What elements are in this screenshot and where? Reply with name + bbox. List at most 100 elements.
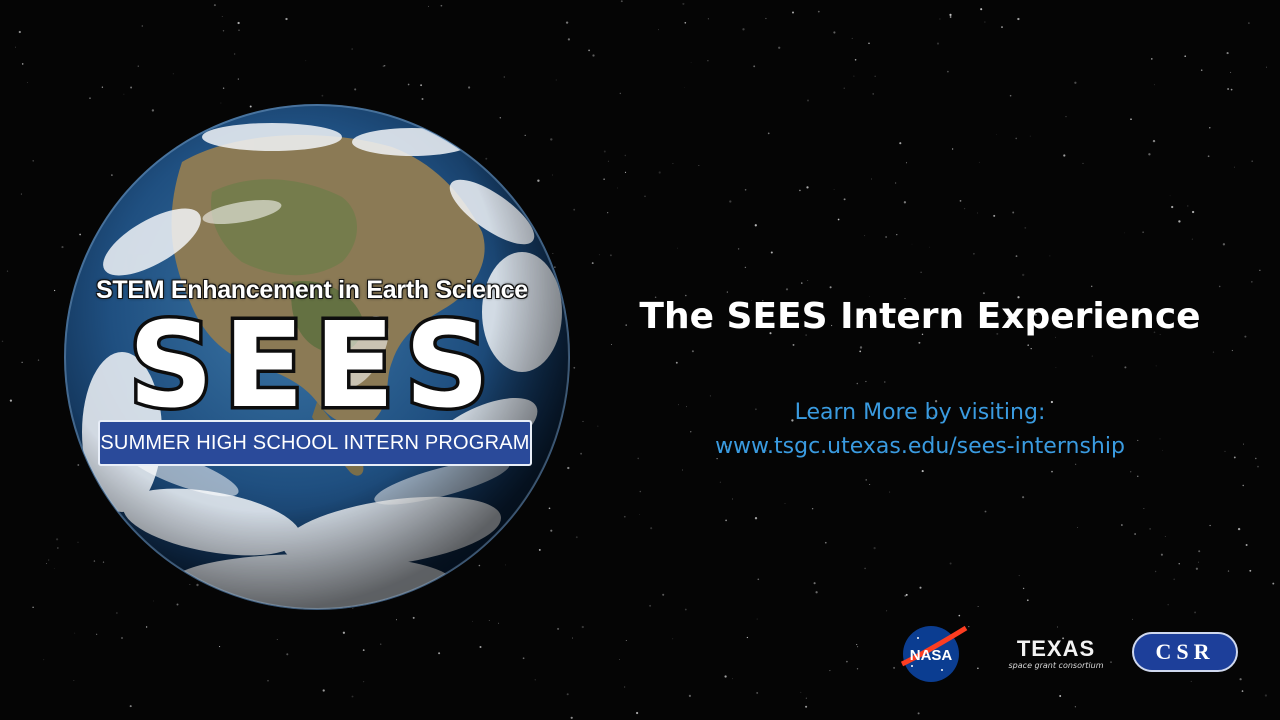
star [20,193,22,195]
star [1230,88,1233,91]
star [1272,582,1275,585]
star [1077,527,1078,528]
star [503,76,505,78]
star [32,160,34,162]
star [617,187,618,189]
star [1137,475,1139,477]
star [846,660,848,663]
star [1124,366,1127,369]
star [498,622,500,624]
star [911,243,913,245]
star [829,670,831,672]
star [1171,205,1174,209]
star [619,659,620,660]
star [56,538,59,541]
star [1241,690,1244,692]
star [362,680,365,683]
star [662,593,665,596]
star [843,87,845,89]
star [1226,52,1229,55]
star [116,612,118,614]
star [1130,118,1132,121]
star [993,214,996,217]
star [725,519,727,522]
star [101,86,104,88]
star [1074,81,1077,84]
star [1026,599,1029,602]
star [1063,154,1066,157]
star [588,49,591,52]
star [977,606,979,608]
star [96,633,98,635]
star [958,614,961,617]
star [843,198,846,201]
star [691,350,694,353]
star [1231,349,1234,352]
star [1151,58,1153,60]
star [1082,162,1084,164]
csr-wordmark: CSR [1155,639,1215,664]
star [984,510,987,513]
star [939,18,941,20]
star [756,691,759,694]
star [829,286,832,289]
star [26,81,28,83]
star [871,178,872,180]
star [1049,255,1051,257]
star [690,62,692,64]
star [792,11,794,14]
star [267,679,269,682]
star [129,705,132,708]
star [1178,563,1180,565]
star [592,54,595,57]
star [811,508,814,510]
star [1153,84,1155,86]
star [1027,344,1029,346]
star [1022,496,1025,499]
star [1024,227,1027,229]
star [74,632,76,634]
star [813,582,816,585]
star [597,425,599,427]
star [639,490,642,493]
star [1248,22,1250,24]
star [145,626,148,628]
star [1134,533,1136,535]
star [684,87,685,88]
logo-sees-wordmark: SEES [125,306,493,420]
star [580,452,582,455]
star [724,675,727,678]
star [1243,443,1244,445]
star [1142,231,1144,233]
csr-logo: CSR [1132,632,1238,672]
star [395,619,398,621]
star [222,87,225,89]
star [479,645,482,649]
star [874,75,876,77]
star [833,31,836,34]
star [978,161,980,163]
star [1164,536,1166,537]
star [37,359,40,361]
star [982,292,985,295]
star [905,593,908,596]
learn-more-url[interactable]: www.tsgc.utexas.edu/sees-internship [600,430,1240,464]
star [1022,273,1025,277]
star [1244,335,1247,338]
star [893,666,896,669]
star [742,28,745,31]
star [219,646,221,648]
star [1209,127,1211,129]
star [920,271,922,274]
star [856,382,859,385]
star [351,48,353,50]
star [1173,578,1176,581]
star [53,289,56,292]
star [1124,232,1125,234]
star [635,711,639,715]
star [322,689,325,692]
star [137,65,139,67]
star [237,78,239,80]
star [534,679,536,681]
learn-more-block: Learn More by visiting: www.tsgc.utexas.… [600,396,1240,464]
